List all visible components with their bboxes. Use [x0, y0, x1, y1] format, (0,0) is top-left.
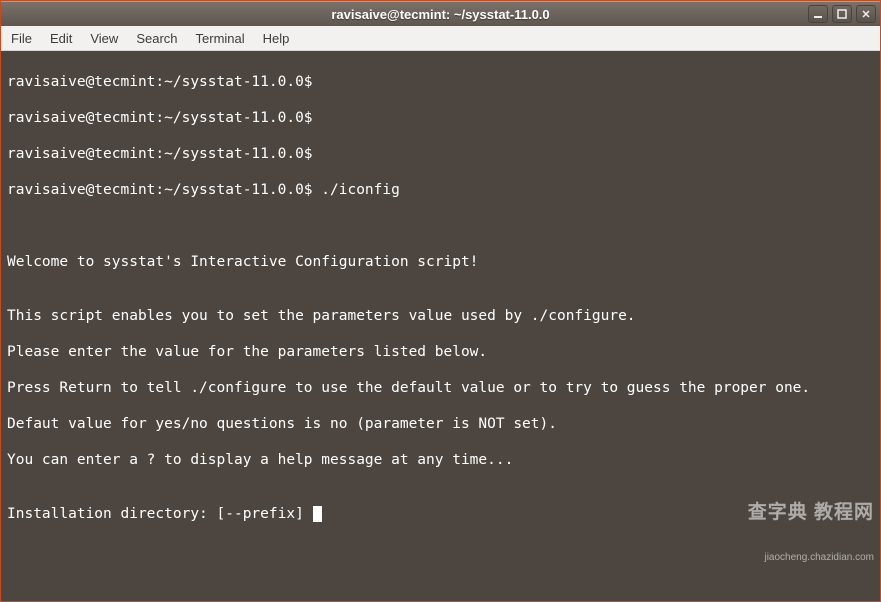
- cursor-icon: [313, 506, 322, 522]
- close-button[interactable]: [856, 5, 876, 23]
- menu-help[interactable]: Help: [263, 31, 290, 46]
- terminal-line: ravisaive@tecmint:~/sysstat-11.0.0$: [7, 145, 874, 163]
- menu-file[interactable]: File: [11, 31, 32, 46]
- terminal-prompt-line: Installation directory: [--prefix]: [7, 505, 874, 523]
- window-title: ravisaive@tecmint: ~/sysstat-11.0.0: [331, 7, 549, 22]
- menubar: File Edit View Search Terminal Help: [1, 26, 880, 51]
- terminal-line: ravisaive@tecmint:~/sysstat-11.0.0$: [7, 73, 874, 91]
- terminal-line: You can enter a ? to display a help mess…: [7, 451, 874, 469]
- terminal-area[interactable]: ravisaive@tecmint:~/sysstat-11.0.0$ ravi…: [1, 51, 880, 601]
- terminal-window: ravisaive@tecmint: ~/sysstat-11.0.0 File…: [0, 0, 881, 602]
- maximize-button[interactable]: [832, 5, 852, 23]
- terminal-line: Please enter the value for the parameter…: [7, 343, 874, 361]
- watermark-url: jiaocheng.chazidian.com: [748, 550, 874, 565]
- terminal-line: This script enables you to set the param…: [7, 307, 874, 325]
- menu-view[interactable]: View: [90, 31, 118, 46]
- menu-edit[interactable]: Edit: [50, 31, 72, 46]
- menu-terminal[interactable]: Terminal: [196, 31, 245, 46]
- terminal-line: Press Return to tell ./configure to use …: [7, 379, 874, 397]
- terminal-line: Welcome to sysstat's Interactive Configu…: [7, 253, 874, 271]
- terminal-text: Installation directory: [--prefix]: [7, 506, 313, 522]
- menu-search[interactable]: Search: [136, 31, 177, 46]
- titlebar: ravisaive@tecmint: ~/sysstat-11.0.0: [1, 1, 880, 26]
- window-controls: [808, 5, 876, 23]
- terminal-line: ravisaive@tecmint:~/sysstat-11.0.0$ ./ic…: [7, 181, 874, 199]
- terminal-line: ravisaive@tecmint:~/sysstat-11.0.0$: [7, 109, 874, 127]
- watermark: 查字典 教程网 jiaocheng.chazidian.com: [748, 475, 874, 595]
- terminal-line: Defaut value for yes/no questions is no …: [7, 415, 874, 433]
- minimize-icon: [813, 9, 823, 19]
- close-icon: [861, 9, 871, 19]
- maximize-icon: [837, 9, 847, 19]
- minimize-button[interactable]: [808, 5, 828, 23]
